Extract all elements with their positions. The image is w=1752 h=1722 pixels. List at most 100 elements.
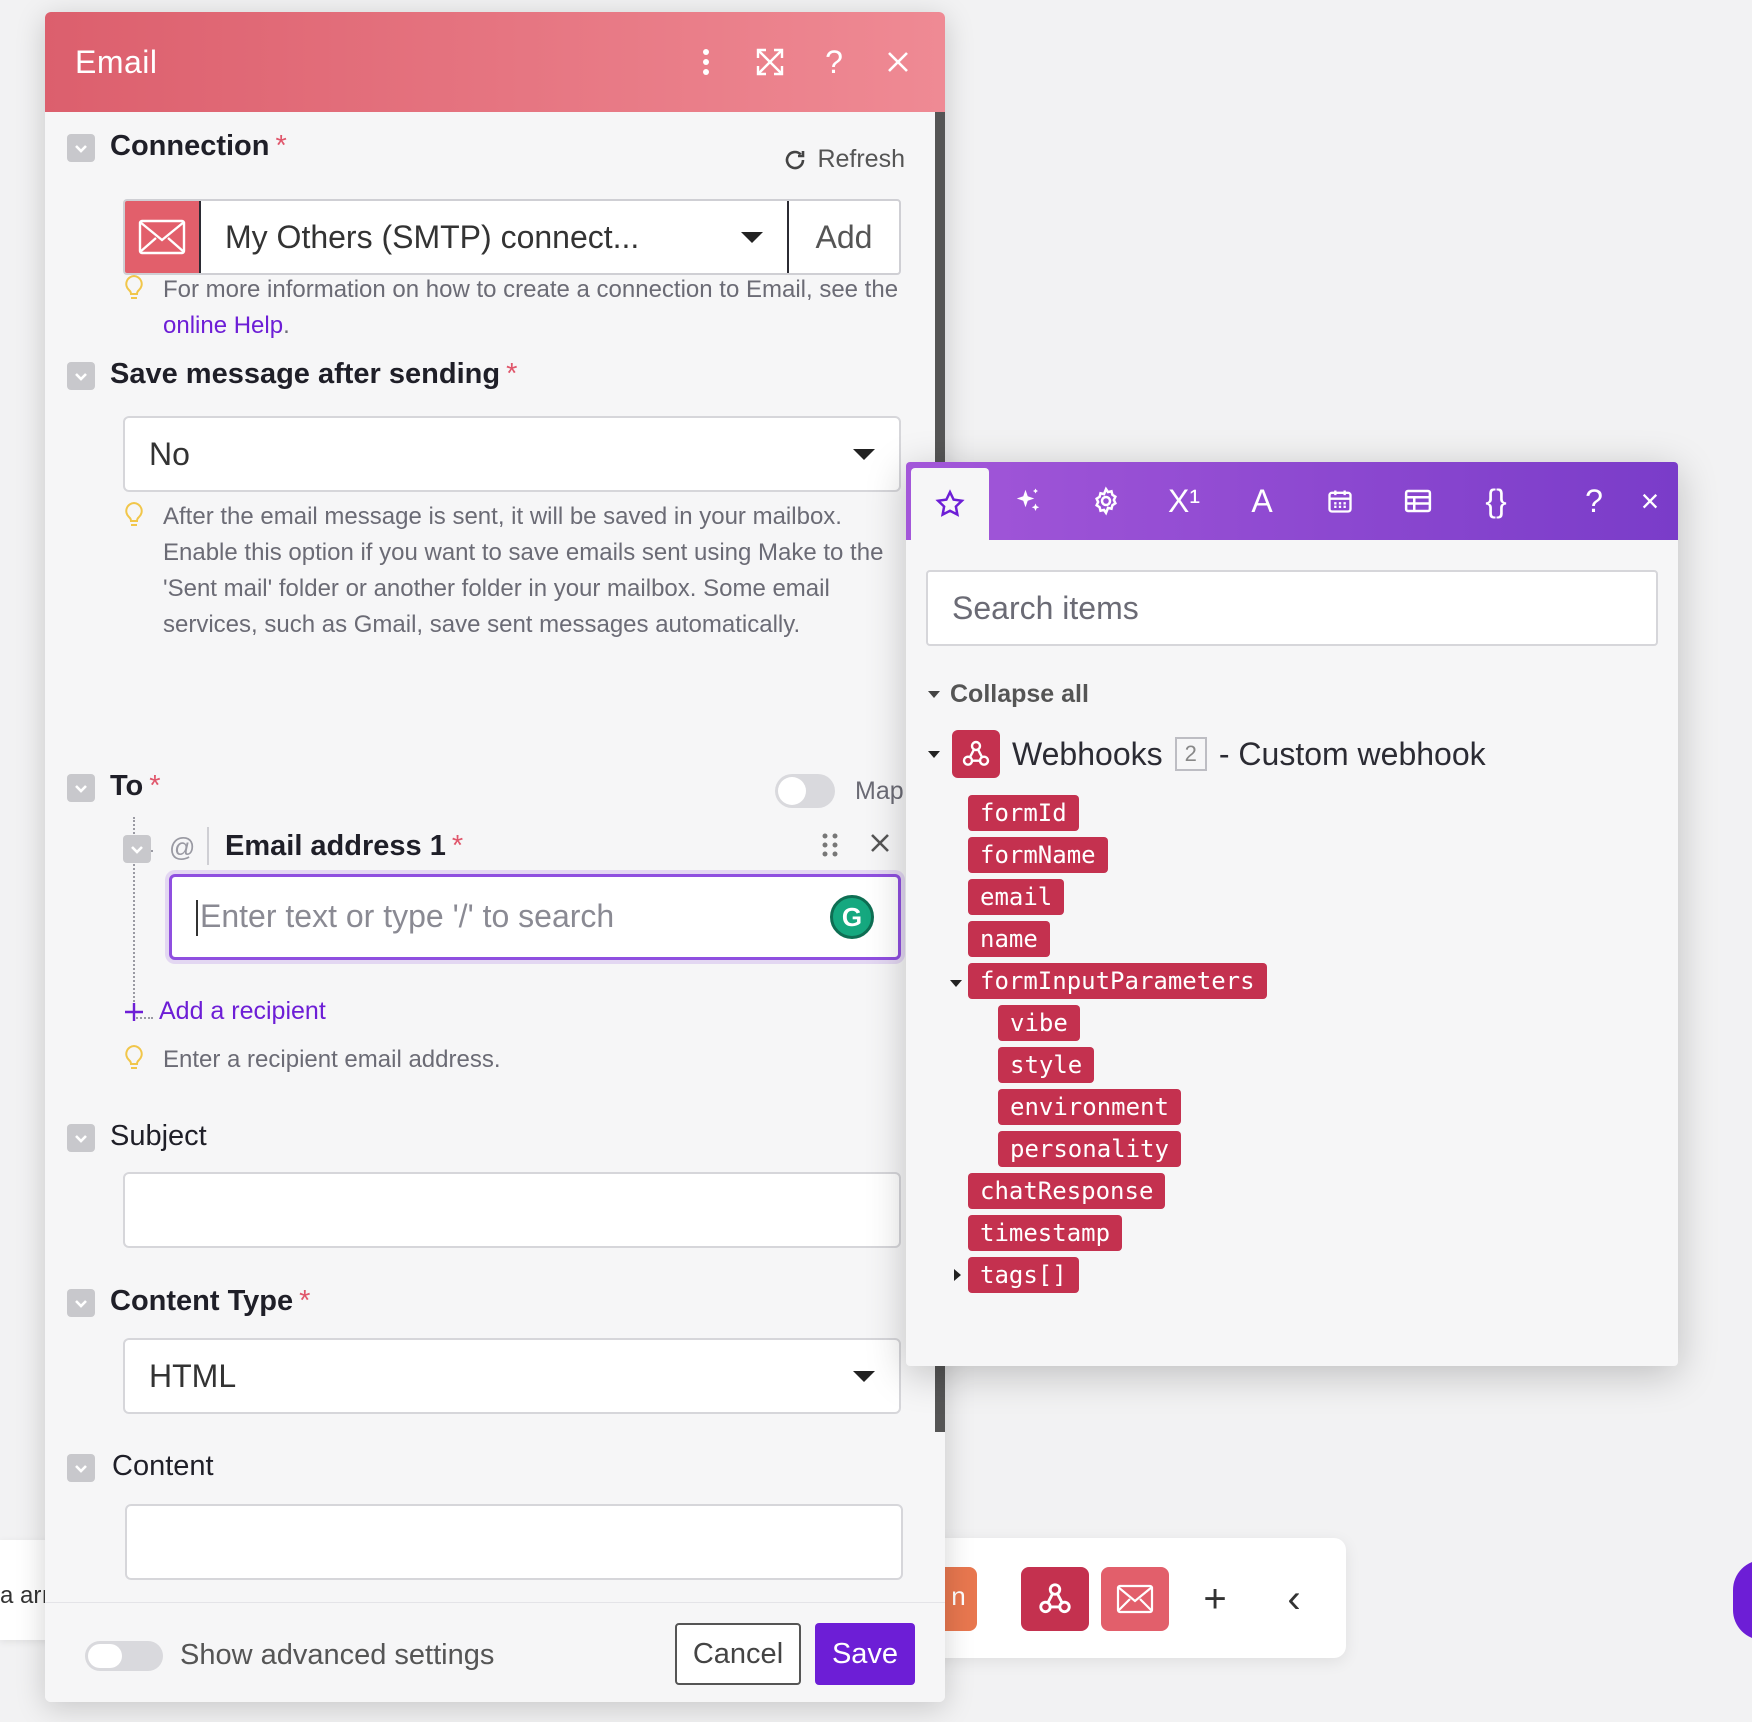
module-name: Webhooks: [1012, 735, 1163, 772]
to-label: To *: [110, 770, 161, 802]
canvas-module-text: a arı: [0, 1582, 49, 1609]
envelope-icon: [138, 219, 186, 255]
map-item-name[interactable]: name: [968, 921, 1050, 957]
connection-selector: My Others (SMTP) connect... Add: [123, 199, 901, 275]
dropdown-caret-icon: [741, 231, 763, 243]
caret-down-icon: [928, 750, 940, 758]
remove-recipient-icon[interactable]: [870, 827, 890, 861]
back-button[interactable]: ‹: [1260, 1567, 1328, 1631]
connection-dropdown[interactable]: My Others (SMTP) connect...: [199, 201, 789, 273]
map-item-personality[interactable]: personality: [998, 1131, 1181, 1167]
help-icon[interactable]: ?: [1566, 462, 1622, 540]
mapping-toolbar: X¹ A {} ? ×: [906, 462, 1678, 540]
email-address-input[interactable]: Enter text or type '/' to search G: [169, 874, 901, 960]
content-type-collapse-toggle[interactable]: [67, 1289, 95, 1317]
map-item-formName[interactable]: formName: [968, 837, 1108, 873]
map-item-tags[interactable]: tags[]: [968, 1257, 1079, 1293]
advanced-settings-toggle[interactable]: [85, 1641, 163, 1671]
subject-collapse-toggle[interactable]: [67, 1124, 95, 1152]
calendar-icon[interactable]: [1301, 462, 1379, 540]
lightbulb-icon: [123, 499, 163, 643]
panel-title: Email: [75, 43, 158, 80]
content-type-select[interactable]: HTML: [123, 1338, 901, 1414]
drag-handle-icon[interactable]: [820, 832, 840, 858]
more-options-icon[interactable]: [689, 45, 723, 79]
dropdown-caret-icon: [853, 1370, 875, 1382]
subject-input[interactable]: [123, 1172, 901, 1248]
email-module-panel: Email ? Connection * Refresh My Others (…: [45, 12, 945, 1702]
help-icon[interactable]: ?: [817, 44, 851, 80]
connection-collapse-toggle[interactable]: [67, 134, 95, 162]
webhook-icon: [1039, 1583, 1071, 1614]
refresh-button[interactable]: Refresh: [783, 145, 905, 174]
caret-down-icon[interactable]: [950, 980, 962, 987]
refresh-icon: [786, 150, 805, 169]
module-subtitle: - Custom webhook: [1218, 735, 1486, 772]
save-message-label: Save message after sending *: [110, 358, 518, 390]
webhook-module-button[interactable]: [1021, 1567, 1089, 1631]
lightbulb-icon: [123, 272, 163, 344]
lightbulb-icon: [123, 1042, 163, 1085]
content-type-label: Content Type *: [110, 1285, 311, 1317]
online-help-link[interactable]: online Help: [163, 312, 283, 339]
content-input[interactable]: [125, 1504, 903, 1580]
text-cursor: [196, 900, 198, 937]
map-item-chatResponse[interactable]: chatResponse: [968, 1173, 1166, 1209]
superscript-icon[interactable]: X¹: [1145, 462, 1223, 540]
add-module-button[interactable]: +: [1181, 1567, 1249, 1631]
content-collapse-toggle[interactable]: [67, 1454, 95, 1482]
map-item-formId[interactable]: formId: [968, 795, 1079, 831]
mapping-panel: X¹ A {} ? × Search items Collapse all We…: [906, 462, 1678, 1366]
map-item-style[interactable]: style: [998, 1047, 1095, 1083]
save-button[interactable]: Save: [815, 1623, 915, 1685]
dropdown-caret-icon: [853, 448, 875, 460]
caret-right-icon[interactable]: [954, 1269, 961, 1281]
map-item-timestamp[interactable]: timestamp: [968, 1215, 1123, 1251]
close-icon[interactable]: ×: [1622, 462, 1678, 540]
at-icon: @: [169, 832, 196, 862]
module-count-badge: 2: [1174, 737, 1207, 771]
text-icon[interactable]: A: [1223, 462, 1301, 540]
connection-label: Connection *: [110, 130, 287, 162]
envelope-icon: [1116, 1584, 1154, 1614]
map-item-formInputParameters[interactable]: formInputParameters: [968, 963, 1267, 999]
to-collapse-toggle[interactable]: [67, 774, 95, 802]
map-toggle[interactable]: [775, 774, 835, 808]
email-address-label: Email address 1 *: [225, 830, 464, 862]
panel-header: Email ?: [45, 12, 945, 112]
subject-label: Subject: [110, 1120, 207, 1152]
table-icon[interactable]: [1379, 462, 1457, 540]
help-bubble[interactable]: [1733, 1560, 1752, 1640]
sparkle-icon[interactable]: [989, 462, 1067, 540]
email-module-button[interactable]: [1101, 1567, 1169, 1631]
map-item-environment[interactable]: environment: [998, 1089, 1181, 1125]
add-recipient-button[interactable]: Add a recipient: [123, 997, 326, 1026]
save-message-hint: After the email message is sent, it will…: [123, 499, 903, 643]
close-icon[interactable]: [881, 45, 915, 79]
star-icon[interactable]: [911, 468, 989, 540]
email-connection-icon: [125, 201, 199, 273]
plus-icon: [125, 1002, 143, 1021]
email-address-collapse-toggle[interactable]: [123, 835, 151, 863]
map-item-email[interactable]: email: [968, 879, 1065, 915]
braces-icon[interactable]: {}: [1457, 462, 1535, 540]
save-message-collapse-toggle[interactable]: [67, 362, 95, 390]
connection-hint: For more information on how to create a …: [123, 272, 903, 344]
webhooks-module-row[interactable]: Webhooks 2 - Custom webhook: [928, 730, 1486, 778]
collapse-all-button[interactable]: Collapse all: [928, 680, 1089, 709]
webhook-icon: [952, 730, 1000, 778]
add-connection-button[interactable]: Add: [789, 201, 899, 273]
expand-icon[interactable]: [753, 45, 787, 79]
advanced-settings-label: Show advanced settings: [180, 1639, 495, 1671]
grammarly-icon[interactable]: G: [830, 895, 874, 939]
search-items-input[interactable]: Search items: [926, 570, 1658, 646]
gear-icon[interactable]: [1067, 462, 1145, 540]
panel-footer: Show advanced settings Cancel Save: [45, 1602, 945, 1702]
caret-down-icon: [928, 691, 940, 698]
map-item-vibe[interactable]: vibe: [998, 1005, 1080, 1041]
cancel-button[interactable]: Cancel: [675, 1623, 801, 1685]
divider: [207, 827, 209, 865]
content-label: Content: [112, 1450, 214, 1482]
canvas-orange-module[interactable]: n: [940, 1567, 977, 1631]
save-message-select[interactable]: No: [123, 416, 901, 492]
